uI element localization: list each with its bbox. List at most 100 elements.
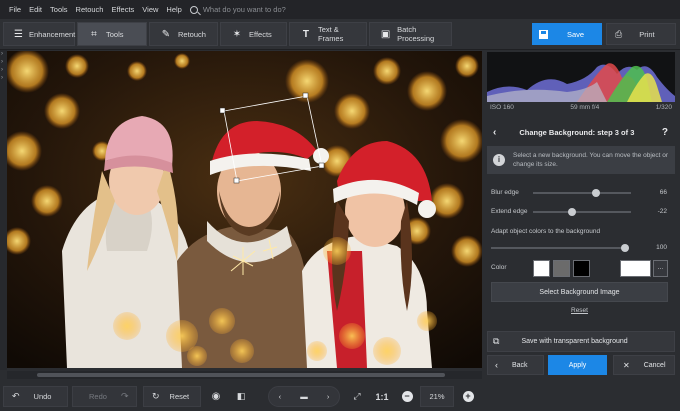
save-transparent-label: Save with transparent background: [521, 338, 628, 345]
swatch-black[interactable]: [573, 260, 590, 277]
brush-icon: ✎: [161, 28, 171, 40]
reset-label: Reset: [169, 392, 190, 401]
slider-track[interactable]: [533, 211, 631, 213]
magic-wand-icon: ✶: [232, 28, 242, 40]
transparent-save-icon: ⧉: [493, 336, 500, 346]
iso-value: ISO 160: [490, 104, 514, 111]
tab-effects[interactable]: ✶ Effects: [220, 22, 287, 46]
extend-edge-slider[interactable]: Extend edge -22: [491, 207, 671, 217]
tab-retouch[interactable]: ✎ Retouch: [149, 22, 218, 46]
blur-edge-label: Blur edge: [491, 189, 519, 196]
sliders-icon: ☰: [14, 28, 23, 40]
main-toolbar: ☰ Enhancement ⌗ Tools ✎ Retouch ✶ Effect…: [0, 19, 680, 50]
redo-label: Redo: [89, 392, 107, 401]
next-icon[interactable]: ›: [327, 392, 330, 401]
tab-label: Effects: [249, 29, 272, 39]
redo-button[interactable]: Redo ↷: [72, 386, 137, 407]
info-text: Select a new background. You can move th…: [513, 152, 669, 168]
tab-tools[interactable]: ⌗ Tools: [77, 22, 147, 46]
menu-effects[interactable]: Effects: [107, 0, 138, 19]
tab-enhancement[interactable]: ☰ Enhancement: [3, 22, 75, 46]
more-colors-button[interactable]: ...: [653, 260, 668, 277]
slider-track[interactable]: [491, 247, 629, 249]
histogram-graph: [487, 63, 675, 102]
undo-label: Undo: [33, 392, 52, 401]
batch-icon: ▣: [380, 28, 391, 40]
blur-edge-slider[interactable]: Blur edge 66: [491, 188, 671, 198]
crop-icon: ⌗: [91, 28, 97, 40]
search-box[interactable]: What do you want to do?: [189, 5, 286, 14]
close-icon: ✕: [623, 360, 630, 370]
save-transparent-button[interactable]: ⧉ Save with transparent background: [487, 331, 675, 352]
zoom-level[interactable]: 21%: [420, 386, 454, 407]
help-icon[interactable]: ?: [662, 127, 668, 138]
chevron-right-icon[interactable]: ›: [0, 74, 7, 82]
redo-icon: ↷: [120, 391, 129, 401]
reset-icon: ↻: [152, 391, 160, 401]
minus-glyph: −: [401, 391, 413, 402]
histogram: [487, 52, 675, 102]
horizontal-scrollbar[interactable]: [7, 371, 482, 379]
adapt-colors-slider[interactable]: 100: [491, 243, 671, 253]
tab-batch-processing[interactable]: ▣ Batch Processing: [369, 22, 452, 46]
swatch-gray[interactable]: [553, 260, 570, 277]
panel-header: ‹ Change Background: step 3 of 3 ?: [484, 121, 680, 143]
menu-edit[interactable]: Edit: [25, 0, 46, 19]
tab-label: Batch Processing: [397, 25, 435, 43]
extend-edge-label: Extend edge: [491, 208, 528, 215]
eye-icon[interactable]: ◉: [207, 386, 225, 407]
floppy-disk-icon: [539, 29, 548, 39]
photo-canvas[interactable]: [7, 51, 482, 368]
swatch-white[interactable]: [533, 260, 550, 277]
scrollbar-thumb[interactable]: [37, 373, 445, 377]
adapt-colors-label: Adapt object colors to the background: [491, 228, 601, 235]
print-label: Print: [639, 29, 655, 39]
tab-label: Tools: [106, 29, 124, 39]
slider-track[interactable]: [533, 192, 631, 194]
slider-knob[interactable]: [592, 189, 600, 197]
back-arrow-icon: ‹: [495, 360, 498, 370]
select-background-button[interactable]: Select Background Image: [491, 282, 668, 302]
menu-help[interactable]: Help: [162, 0, 185, 19]
menu-tools[interactable]: Tools: [46, 0, 72, 19]
printer-icon: ⎙: [615, 28, 623, 39]
compare-icon[interactable]: ◧: [232, 386, 250, 407]
chevron-right-icon[interactable]: ›: [0, 58, 7, 66]
histogram-info: ISO 160 59 mm f/4 1/320: [487, 104, 675, 111]
slider-knob[interactable]: [568, 208, 576, 216]
cancel-label: Cancel: [643, 361, 666, 369]
back-chevron-icon[interactable]: ‹: [493, 127, 496, 138]
color-picker[interactable]: [620, 260, 651, 277]
actual-size-button[interactable]: 1:1: [373, 386, 391, 407]
previous-icon[interactable]: ‹: [279, 392, 282, 401]
tab-text-frames[interactable]: T Text & Frames: [289, 22, 367, 46]
chevron-right-icon[interactable]: ›: [0, 66, 7, 74]
apply-button[interactable]: Apply: [548, 355, 607, 375]
blur-edge-value: 66: [659, 189, 667, 196]
save-button[interactable]: Save: [532, 23, 602, 45]
chevron-right-icon[interactable]: ›: [0, 50, 7, 58]
reset-link[interactable]: Reset: [571, 307, 588, 314]
lens-value: 59 mm f/4: [570, 104, 600, 111]
reset-button[interactable]: ↻ Reset: [143, 386, 201, 407]
text-icon: T: [302, 28, 310, 40]
folder-icon[interactable]: ▬: [300, 392, 308, 401]
zoom-in-icon[interactable]: +: [460, 386, 476, 407]
adapt-colors-value: 100: [656, 244, 667, 251]
undo-button[interactable]: ↶ Undo: [3, 386, 68, 407]
cancel-button[interactable]: ✕ Cancel: [613, 355, 675, 375]
menu-file[interactable]: File: [5, 0, 25, 19]
bottom-bar: ↶ Undo Redo ↷ ↻ Reset ◉ ◧ ‹ ▬ › ⤢ 1:1 − …: [0, 381, 484, 411]
menu-view[interactable]: View: [138, 0, 162, 19]
search-placeholder[interactable]: What do you want to do?: [203, 5, 286, 14]
back-button[interactable]: ‹ Back: [487, 355, 544, 375]
tab-label: Enhancement: [28, 29, 76, 39]
file-navigation: ‹ ▬ ›: [268, 386, 340, 407]
zoom-out-icon[interactable]: −: [399, 386, 415, 407]
slider-knob[interactable]: [621, 244, 629, 252]
print-button[interactable]: ⎙ Print: [606, 23, 676, 45]
tab-label: Retouch: [178, 29, 206, 39]
fit-to-screen-icon[interactable]: ⤢: [348, 386, 366, 407]
save-label: Save: [567, 29, 585, 39]
menu-retouch[interactable]: Retouch: [72, 0, 108, 19]
